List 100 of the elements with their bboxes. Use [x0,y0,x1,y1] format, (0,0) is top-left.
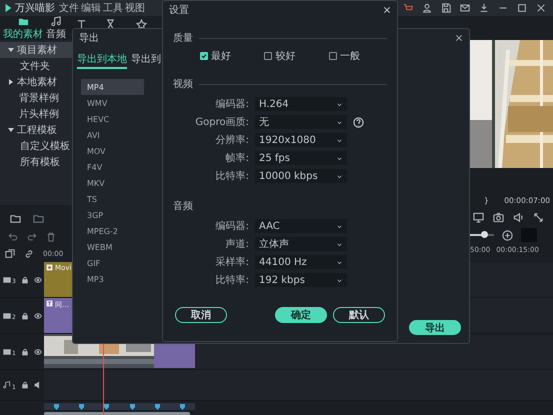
eye-icon[interactable] [34,312,42,320]
field-label: 比特率: [214,274,249,287]
menu-item[interactable]: 文件 [59,1,79,15]
dropdown[interactable]: 192 kbps [255,273,347,287]
lock-icon[interactable] [20,276,29,284]
format-item[interactable]: HEVC [81,111,144,127]
format-item[interactable]: WMV [81,95,144,111]
music-note-icon[interactable] [50,16,62,27]
section-title: 音频 [173,200,193,213]
format-item[interactable]: WEBM [81,239,144,255]
marker-icon[interactable] [130,404,135,410]
field-label: 帧率: [224,152,249,165]
menu-item[interactable]: 视图 [125,1,145,15]
link-icon[interactable] [24,249,34,260]
menu-item[interactable]: 编辑 [81,1,101,15]
mail-icon[interactable] [460,3,470,13]
dropdown[interactable]: H.264 [255,97,347,111]
format-item[interactable]: MP3 [81,271,144,287]
format-item[interactable]: GIF [81,255,144,271]
section-title: 视频 [173,78,193,91]
download-icon[interactable] [479,3,489,13]
audio-clip[interactable] [44,403,195,410]
video-track-icon [3,348,11,356]
dropdown[interactable]: 10000 kbps [255,169,347,183]
field-label: 采样率: [214,256,249,269]
star-icon [46,264,53,271]
zoom-in-icon[interactable] [502,230,513,240]
marker-icon[interactable] [154,404,160,410]
folder-outline-icon[interactable] [33,213,44,224]
format-item[interactable]: MP4 [81,79,144,95]
field-label: 编码器: [214,98,249,111]
cart-icon[interactable] [403,3,413,13]
marker-icon[interactable] [180,404,185,410]
dropdown[interactable]: 25 fps [255,151,347,165]
dropdown[interactable]: AAC [255,219,347,233]
dialog-button[interactable]: 取消 [175,307,227,323]
caret-right-icon[interactable] [8,79,14,85]
undo-icon[interactable] [8,232,18,242]
camera-icon[interactable] [493,212,504,222]
slider-thumb[interactable] [481,231,488,238]
speaker-icon[interactable] [34,381,42,389]
music-track-icon [3,381,11,389]
app-title: 万兴喵影 [15,2,55,15]
caret-down-icon[interactable] [8,127,14,133]
format-item[interactable]: 3GP [81,207,144,223]
caret-down-icon[interactable] [8,47,14,53]
format-item[interactable]: MOV [81,143,144,159]
dropdown[interactable]: 1920x1080 [255,133,347,147]
save-icon[interactable] [441,3,451,13]
field-label: Gopro画质: [194,116,249,129]
format-item[interactable]: MPEG-2 [81,223,144,239]
close-icon[interactable] [383,6,391,14]
dialog-title: 设置 [169,4,189,17]
monitor-icon[interactable] [473,212,484,222]
text-icon [46,300,53,307]
format-item[interactable]: MKV [81,175,144,191]
quality-checkbox[interactable]: 最好 [200,49,231,63]
lock-icon[interactable] [20,312,29,320]
close-icon[interactable] [536,3,546,13]
lock-icon[interactable] [20,348,29,356]
person-icon[interactable] [422,3,432,13]
marker-icon[interactable] [79,404,84,410]
maximize-icon[interactable] [517,3,527,13]
dropdown[interactable]: 无 [255,115,347,129]
field-label: 声道: [224,238,249,251]
dropdown[interactable]: 44100 Hz [255,255,347,269]
confirm-button[interactable]: 确定 [275,307,327,323]
video-track-icon [3,312,11,320]
app-logo-icon [3,3,13,13]
export-tab[interactable]: 导出到本地 [77,51,127,69]
format-item[interactable]: AVI [81,127,144,143]
dialog-button[interactable]: 默认 [333,307,385,323]
new-folder-icon[interactable] [10,213,21,224]
redo-icon[interactable] [27,232,37,242]
field-label: 编码器: [214,220,249,233]
quality-checkbox[interactable]: 一般 [329,49,360,63]
format-item[interactable]: TS [81,191,144,207]
scrollbar[interactable] [44,412,190,415]
dropdown[interactable]: 立体声 [255,237,347,251]
section-title: 质量 [173,32,193,45]
eye-icon[interactable] [34,348,42,356]
export-button[interactable]: 导出 [409,320,461,335]
lock-icon[interactable] [20,381,29,389]
field-label: 分辨率: [214,134,249,147]
text-icon[interactable] [76,19,87,30]
eye-icon[interactable] [34,276,42,284]
transition-icon[interactable] [105,19,116,30]
effects-icon[interactable] [136,19,147,30]
format-item[interactable]: F4V [81,159,144,175]
quality-checkbox[interactable]: 较好 [264,49,296,63]
help-icon[interactable] [353,116,364,128]
menu-item[interactable]: 工具 [103,1,123,15]
media-tab[interactable]: 音频 [46,16,66,44]
check-icon [200,53,207,59]
add-track-icon[interactable] [5,249,15,260]
fullscreen-icon[interactable] [533,212,544,222]
speaker-icon[interactable] [513,212,524,222]
marker-icon[interactable] [54,404,60,410]
close-icon[interactable] [455,34,463,42]
delete-icon[interactable] [46,232,56,242]
